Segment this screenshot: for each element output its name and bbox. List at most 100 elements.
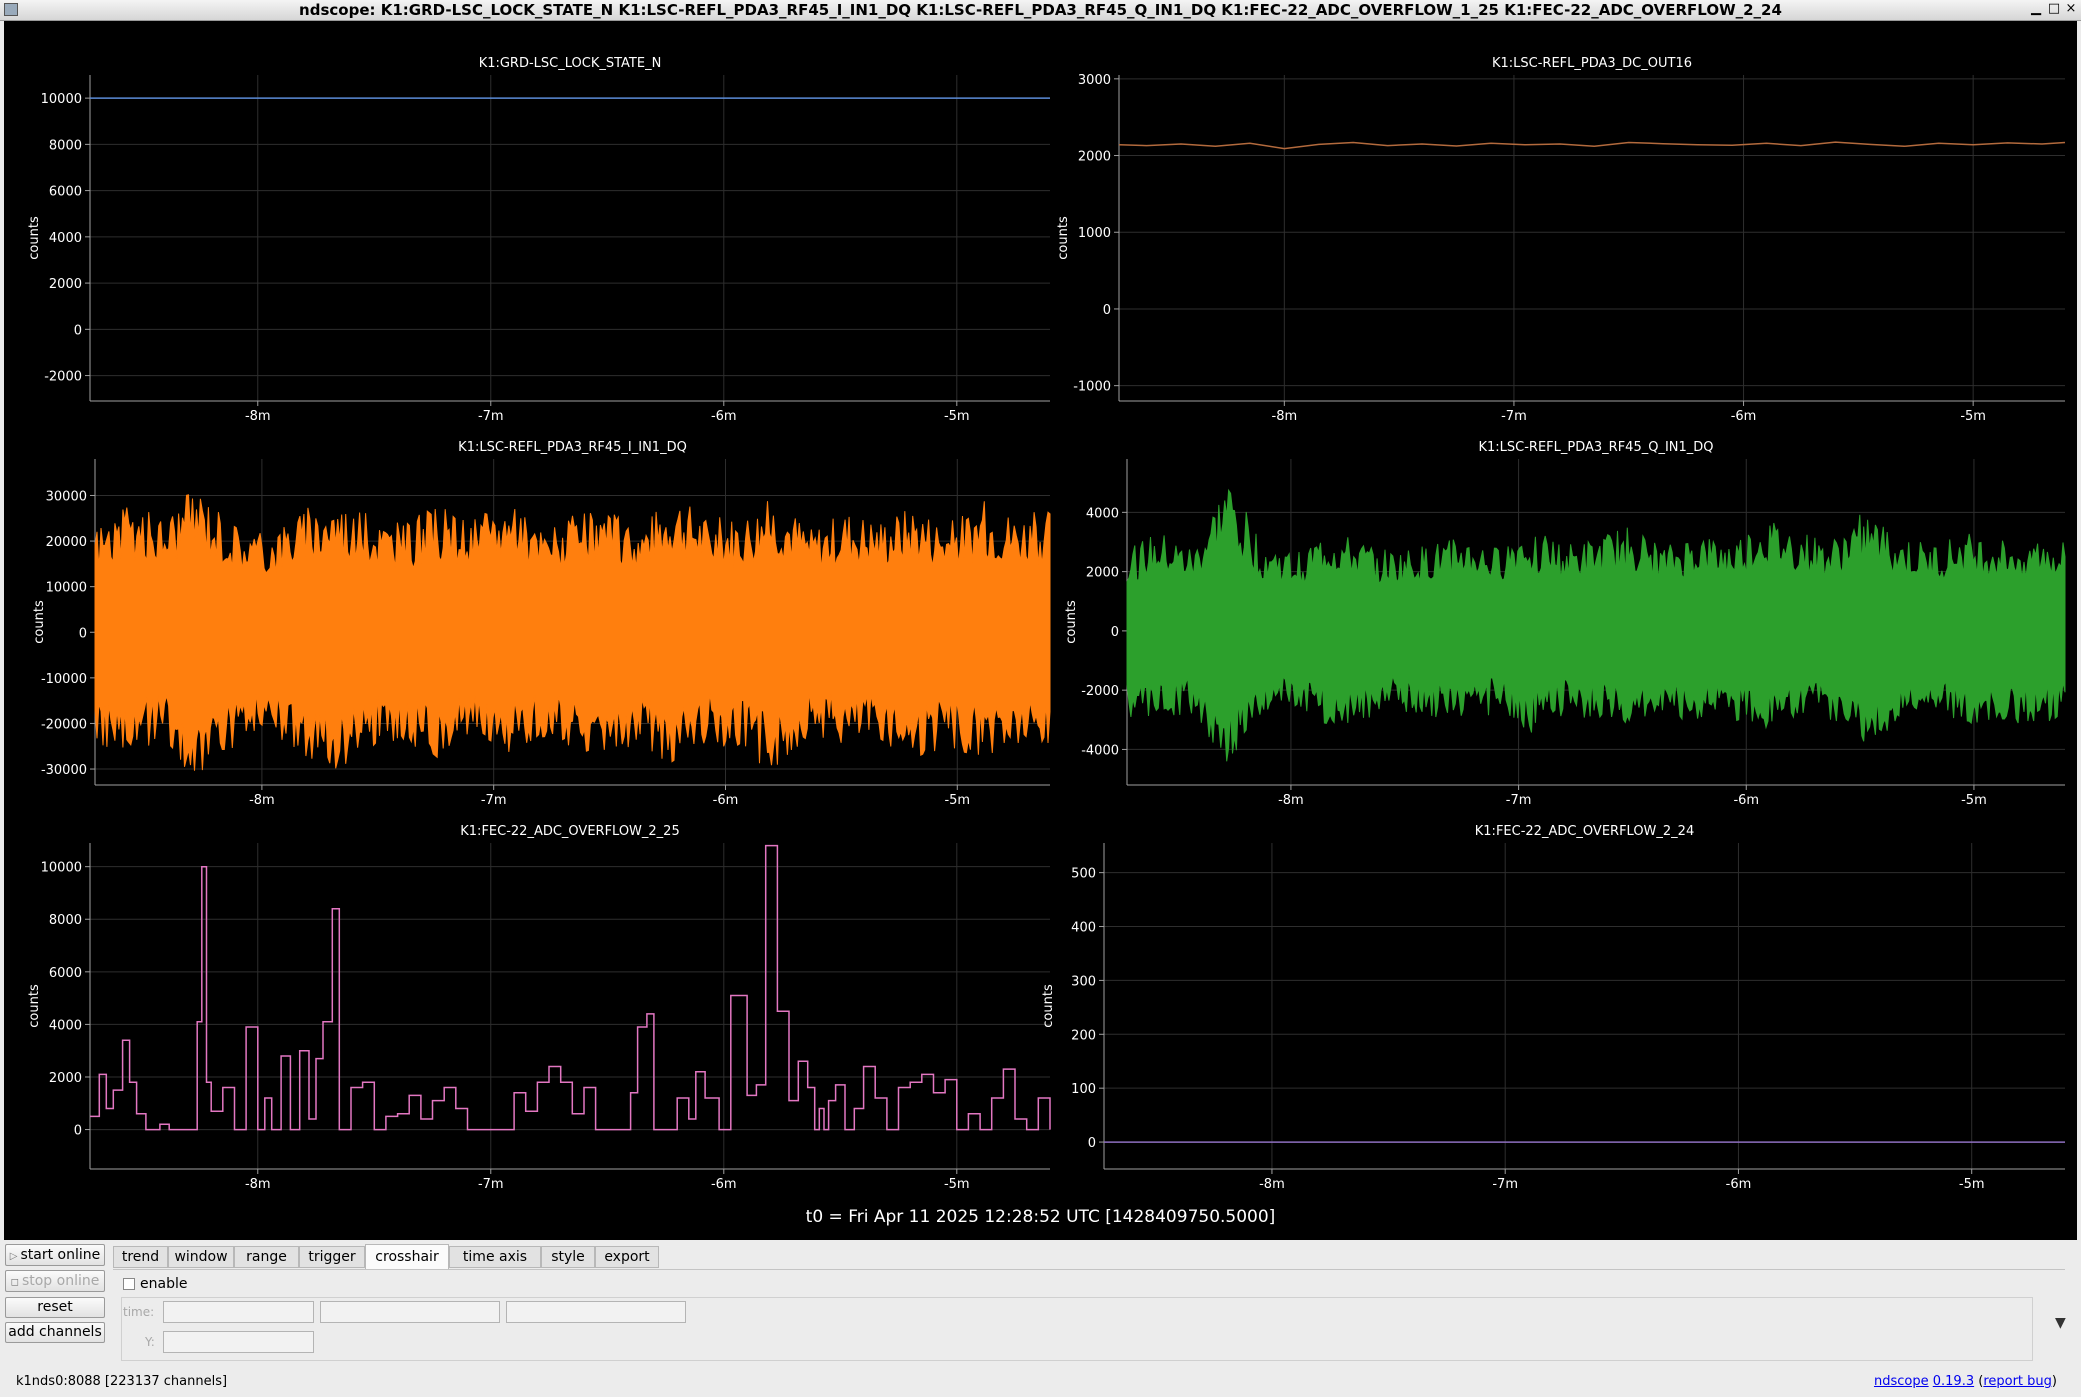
- plot-title: K1:FEC-22_ADC_OVERFLOW_2_25: [460, 824, 679, 839]
- tab-export[interactable]: export: [595, 1246, 659, 1268]
- x-tick-label: -6m: [711, 1177, 737, 1192]
- crosshair-enable-checkbox[interactable]: [123, 1278, 135, 1290]
- panel-dropdown-arrow-icon[interactable]: ▼: [2055, 1315, 2066, 1331]
- x-tick-label: -8m: [1278, 793, 1304, 808]
- x-tick-label: -6m: [1731, 409, 1757, 424]
- report-bug-link[interactable]: report bug: [1983, 1374, 2052, 1389]
- y-tick-label: 6000: [49, 966, 82, 981]
- y-tick-label: -30000: [41, 763, 87, 778]
- y-tick-label: 4000: [49, 1018, 82, 1033]
- y-axis-label: counts: [1041, 984, 1056, 1028]
- play-icon: ▷: [9, 1251, 18, 1262]
- maximize-button[interactable]: □: [2045, 1, 2063, 16]
- x-tick-label: -6m: [1726, 1177, 1752, 1192]
- plot-area[interactable]: K1:GRD-LSC_LOCK_STATE_Ncounts -8m -7m -6m -5…: [4, 21, 2077, 1240]
- x-tick-label: -7m: [1492, 1177, 1518, 1192]
- x-tick-label: -6m: [1733, 793, 1759, 808]
- reset-button[interactable]: reset: [5, 1297, 105, 1318]
- tab-trigger[interactable]: trigger: [299, 1246, 365, 1268]
- start-online-label: start online: [20, 1247, 101, 1263]
- x-tick-label: -7m: [478, 1177, 504, 1192]
- x-tick-label: -7m: [481, 793, 507, 808]
- paren-close: ): [2051, 1374, 2057, 1389]
- y-tick-label: -2000: [1081, 684, 1119, 699]
- y-axis-label: counts: [27, 216, 42, 260]
- tab-trend[interactable]: trend: [113, 1246, 168, 1268]
- start-online-button[interactable]: ▷ start online: [5, 1244, 105, 1266]
- y-tick-label: 30000: [46, 489, 87, 504]
- x-tick-label: -5m: [1961, 793, 1987, 808]
- ndscope-link[interactable]: ndscope: [1874, 1374, 1929, 1389]
- y-tick-label: 10000: [46, 581, 87, 596]
- y-tick-label: 8000: [49, 913, 82, 928]
- y-label: Y:: [145, 1335, 155, 1349]
- minimize-button[interactable]: ▁: [2027, 1, 2045, 16]
- y-tick-label: -20000: [41, 717, 87, 732]
- x-tick-label: -5m: [944, 409, 970, 424]
- y-tick-label: 2000: [1078, 150, 1111, 165]
- crosshair-time-field-2: [320, 1301, 500, 1323]
- x-tick-label: -8m: [1259, 1177, 1285, 1192]
- y-tick-label: 10000: [41, 861, 82, 876]
- y-axis-label: counts: [1056, 216, 1071, 260]
- trace-envelope: [94, 494, 1051, 771]
- y-tick-label: 8000: [49, 138, 82, 153]
- y-tick-label: -4000: [1081, 743, 1119, 758]
- stop-online-label: stop online: [21, 1273, 100, 1289]
- crosshair-enable-label: enable: [140, 1276, 188, 1292]
- close-button[interactable]: ×: [2062, 1, 2080, 16]
- x-tick-label: -5m: [944, 793, 970, 808]
- y-tick-label: -10000: [41, 672, 87, 687]
- version-info: ndscope 0.19.3 (report bug): [1874, 1374, 2057, 1389]
- tab-crosshair[interactable]: crosshair: [365, 1244, 449, 1270]
- x-tick-label: -8m: [245, 1177, 271, 1192]
- control-panel: ▷ start online ◻ stop online reset add cha…: [0, 1241, 2081, 1397]
- trace-line: [90, 844, 1051, 1131]
- crosshair-time-field: [163, 1301, 314, 1323]
- tab-time-axis[interactable]: time axis: [449, 1246, 541, 1268]
- y-tick-label: 20000: [46, 535, 87, 550]
- plot-title: K1:FEC-22_ADC_OVERFLOW_2_24: [1475, 824, 1694, 839]
- y-tick-label: -1000: [1073, 380, 1111, 395]
- y-tick-label: 4000: [1086, 506, 1119, 521]
- title-bar: ndscope: K1:GRD-LSC_LOCK_STATE_N K1:LSC-…: [0, 0, 2081, 21]
- crosshair-y-field: [163, 1331, 314, 1353]
- stop-online-button: ◻ stop online: [5, 1270, 105, 1292]
- y-tick-label: 200: [1071, 1028, 1096, 1043]
- x-tick-label: -7m: [1501, 409, 1527, 424]
- tab-range[interactable]: range: [234, 1246, 299, 1268]
- x-tick-label: -5m: [1960, 409, 1986, 424]
- y-tick-label: 10000: [41, 92, 82, 107]
- trace-line: [1118, 141, 2066, 150]
- x-tick-label: -5m: [1959, 1177, 1985, 1192]
- plot-title: K1:GRD-LSC_LOCK_STATE_N: [479, 56, 662, 71]
- x-tick-label: -7m: [478, 409, 504, 424]
- y-tick-label: 4000: [49, 231, 82, 246]
- y-axis-label: counts: [27, 984, 42, 1028]
- x-tick-label: -6m: [711, 409, 737, 424]
- plots-canvas[interactable]: K1:GRD-LSC_LOCK_STATE_Ncounts -8m -7m -6m -5…: [4, 21, 2077, 1240]
- time-label: time:: [123, 1305, 155, 1319]
- y-tick-label: 0: [1103, 303, 1111, 318]
- x-tick-label: -5m: [944, 1177, 970, 1192]
- x-tick-label: -8m: [1272, 409, 1298, 424]
- stop-icon: ◻: [10, 1277, 19, 1288]
- y-tick-label: 0: [74, 1124, 82, 1139]
- x-tick-label: -8m: [245, 409, 271, 424]
- plot-title: K1:LSC-REFL_PDA3_RF45_Q_IN1_DQ: [1478, 440, 1713, 455]
- x-tick-label: -8m: [249, 793, 275, 808]
- plot-title: K1:LSC-REFL_PDA3_DC_OUT16: [1492, 56, 1692, 71]
- version-link[interactable]: 0.19.3: [1933, 1374, 1974, 1389]
- trace-envelope: [1126, 488, 2066, 762]
- tab-style[interactable]: style: [541, 1246, 595, 1268]
- y-axis-label: counts: [32, 600, 47, 644]
- x-tick-label: -7m: [1506, 793, 1532, 808]
- x-tick-label: -6m: [713, 793, 739, 808]
- y-tick-label: 6000: [49, 185, 82, 200]
- y-tick-label: 0: [74, 323, 82, 338]
- plot-title: K1:LSC-REFL_PDA3_RF45_I_IN1_DQ: [458, 440, 687, 455]
- y-tick-label: 500: [1071, 867, 1096, 882]
- tab-window[interactable]: window: [168, 1246, 234, 1268]
- y-tick-label: 100: [1071, 1082, 1096, 1097]
- add-channels-button[interactable]: add channels: [5, 1322, 105, 1343]
